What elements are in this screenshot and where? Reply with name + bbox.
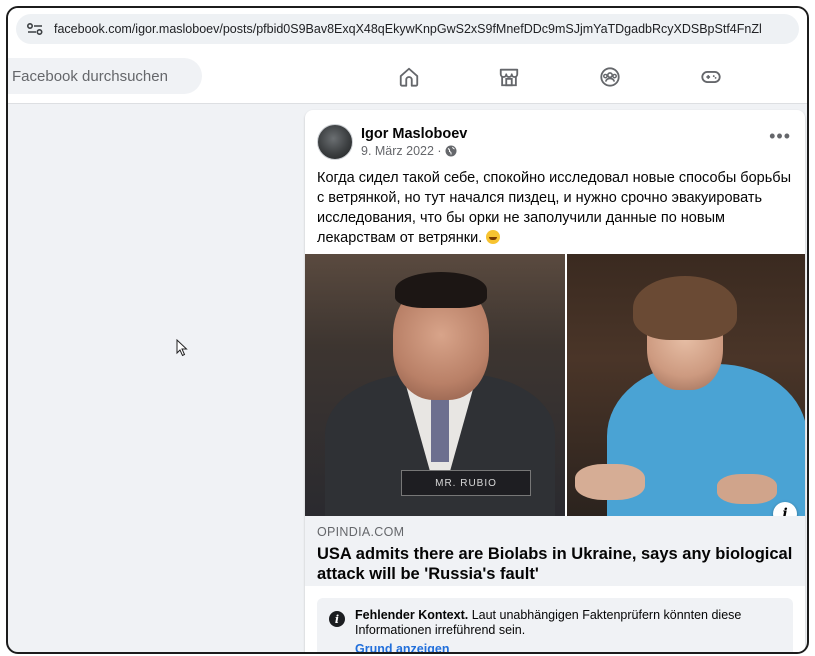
tune-icon[interactable] [26,22,44,36]
grinning-face-icon [486,230,501,244]
post-text-body: Когда сидел такой себе, спокойно исследо… [317,170,792,246]
groups-icon[interactable] [595,62,625,92]
search-input[interactable] [12,67,192,85]
globe-icon [445,145,457,157]
context-title: Fehlender Kontext. [355,608,469,622]
show-reason-link[interactable]: Grund anzeigen [355,642,449,652]
link-preview[interactable]: OPINDIA.COM USA admits there are Biolabs… [305,516,805,586]
post-image[interactable]: MR. RUBIO i [305,254,805,526]
post-text: Когда сидел такой себе, спокойно исследо… [317,168,795,248]
post-header: Igor Masloboev 9. März 2022 · [317,122,467,162]
link-headline[interactable]: USA admits there are Biolabs in Ukraine,… [317,544,793,584]
context-text: Fehlender Kontext. Laut unabhängigen Fak… [355,608,775,638]
post-author-name[interactable]: Igor Masloboev [361,125,467,143]
post-meta: 9. März 2022 · [361,143,467,159]
post-date[interactable]: 9. März 2022 · [361,143,442,159]
missing-context-notice: i Fehlender Kontext. Laut unabhängigen F… [317,598,793,652]
gaming-icon[interactable] [696,62,726,92]
image-left-panel: MR. RUBIO [305,254,565,516]
avatar[interactable] [317,124,353,160]
url-text[interactable]: facebook.com/igor.masloboev/posts/pfbid0… [54,22,762,36]
image-right-panel [566,254,805,516]
post-author-block: Igor Masloboev 9. März 2022 · [361,125,467,159]
address-bar: facebook.com/igor.masloboev/posts/pfbid0… [8,8,807,50]
home-icon[interactable] [394,62,424,92]
mouse-cursor-icon [176,339,188,357]
browser-window: facebook.com/igor.masloboev/posts/pfbid0… [6,6,809,654]
url-field[interactable]: facebook.com/igor.masloboev/posts/pfbid0… [16,14,799,44]
marketplace-icon[interactable] [494,62,524,92]
facebook-top-nav [8,50,807,104]
link-domain: OPINDIA.COM [317,525,405,539]
post-more-button[interactable]: ••• [769,126,791,147]
post-card: Igor Masloboev 9. März 2022 · ••• Когда … [305,110,805,652]
info-icon: i [329,611,345,627]
image-nameplate: MR. RUBIO [401,470,531,496]
search-box[interactable] [8,58,202,94]
